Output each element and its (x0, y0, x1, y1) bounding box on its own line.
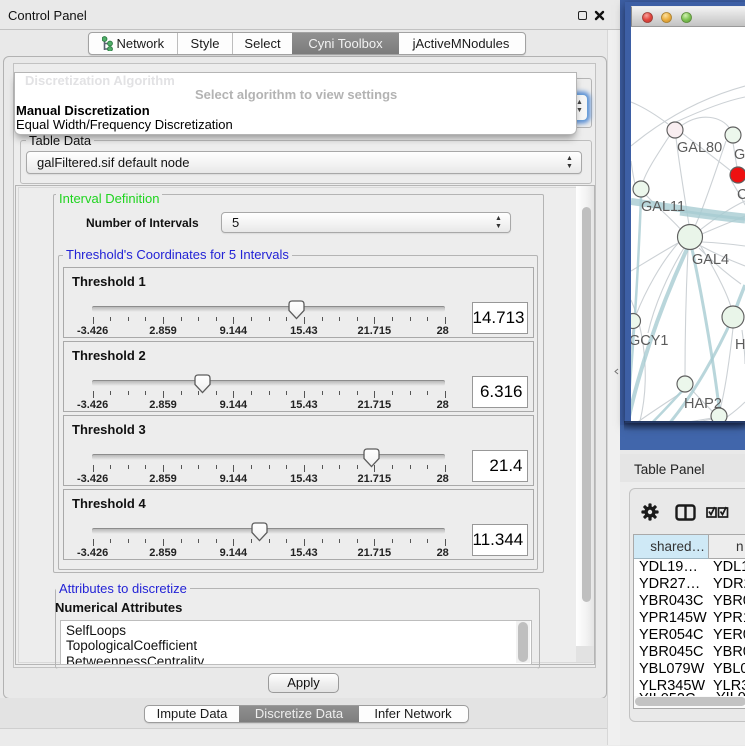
svg-text:GCY1: GCY1 (631, 333, 669, 349)
svg-text:C: C (737, 187, 745, 203)
svg-text:GAL11: GAL11 (641, 199, 685, 215)
svg-text:H: H (735, 337, 745, 353)
svg-text:GAL4: GAL4 (692, 252, 729, 268)
svg-text:GAL80: GAL80 (677, 140, 722, 156)
svg-text:G.: G. (734, 147, 745, 163)
svg-text:HAP2: HAP2 (684, 396, 722, 412)
